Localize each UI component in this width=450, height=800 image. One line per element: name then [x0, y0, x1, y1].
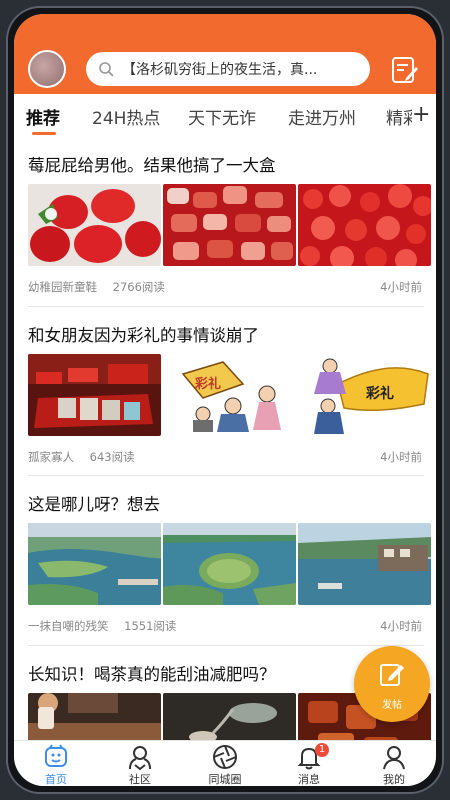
thumbnail-caili-cartoon[interactable]: 彩礼 — [163, 354, 296, 436]
card-title[interactable]: 这是哪儿呀？想去 — [28, 491, 160, 515]
tab-anti-fraud[interactable]: 天下无诈 — [188, 104, 256, 129]
read-count: 2766阅读 — [112, 280, 165, 294]
thumbnail-strawberry-slices[interactable] — [163, 184, 296, 266]
card-meta: 孤家寡人 643阅读 — [28, 449, 135, 465]
post-time: 4小时前 — [380, 619, 422, 633]
card-meta: 幼稚园新童鞋 2766阅读 — [28, 279, 165, 295]
header-bar: 【洛杉矶穷街上的夜生活，真... — [14, 14, 436, 94]
nav-community-label: 社区 — [129, 773, 151, 786]
add-tab-icon[interactable]: + — [412, 102, 430, 127]
thumbnail-strawberry-pile[interactable] — [298, 184, 431, 266]
nav-home[interactable]: 首页 — [14, 743, 98, 786]
read-count: 1551阅读 — [124, 619, 177, 633]
divider — [28, 645, 424, 646]
new-post-button[interactable]: 发帖 — [354, 646, 430, 722]
phone-frame: 【洛杉矶穷街上的夜生活，真... 推荐 24H热点 天下无诈 走进万州 精彩 +… — [6, 6, 444, 794]
nav-local-circle[interactable]: 同城圈 — [183, 743, 267, 786]
tab-highlights[interactable]: 精彩 — [386, 104, 412, 129]
author-name[interactable]: 幼稚园新童鞋 — [28, 280, 97, 294]
nav-community[interactable]: 社区 — [98, 743, 182, 786]
thumbnail-lake-aerial-2[interactable] — [163, 523, 296, 605]
tab-wanzhou[interactable]: 走进万州 — [288, 104, 356, 129]
search-icon — [99, 62, 114, 77]
card-thumbnails — [28, 184, 432, 266]
author-name[interactable]: 孤家寡人 — [28, 450, 74, 464]
bottom-nav: 首页 社区 同城圈 1 消息 我的 — [14, 740, 436, 786]
edit-icon — [380, 664, 404, 686]
card-title[interactable]: 和女朋友因为彩礼的事情谈崩了 — [28, 322, 259, 346]
card-title[interactable]: 莓屁屁给男他。结果他搞了一大盒 — [28, 152, 276, 176]
nav-messages[interactable]: 1 消息 — [267, 743, 351, 786]
thumbnail-lake-town[interactable] — [298, 523, 431, 605]
divider — [28, 306, 424, 307]
thumbnail-tea-drinkers[interactable] — [28, 693, 161, 740]
nav-home-label: 首页 — [45, 773, 67, 786]
search-input[interactable]: 【洛杉矶穷街上的夜生活，真... — [86, 52, 370, 86]
community-icon — [129, 746, 151, 771]
thumbnail-caili-burden[interactable]: 彩礼 — [298, 354, 431, 436]
thumbnail-strawberries[interactable] — [28, 184, 161, 266]
post-time: 4小时前 — [380, 450, 422, 464]
caili-burden-text: 彩礼 — [365, 385, 394, 402]
author-name[interactable]: 一抹自嘲的残笑 — [28, 619, 109, 633]
new-post-label: 发帖 — [382, 700, 402, 711]
nav-local-circle-label: 同城圈 — [208, 773, 242, 786]
thumbnail-betrothal-gifts[interactable] — [28, 354, 161, 436]
message-badge: 1 — [315, 743, 329, 757]
tab-active-indicator — [32, 132, 56, 135]
card-meta: 一抹自嘲的残笑 1551阅读 — [28, 618, 176, 634]
card-thumbnails: 彩礼 彩礼 — [28, 354, 432, 436]
card-thumbnails — [28, 523, 432, 605]
home-icon — [45, 744, 67, 767]
search-placeholder: 【洛杉矶穷街上的夜生活，真... — [122, 62, 318, 78]
post-time: 4小时前 — [380, 280, 422, 294]
aperture-icon — [213, 745, 237, 769]
caili-sign-text: 彩礼 — [194, 376, 221, 392]
thumbnail-lake-aerial-1[interactable] — [28, 523, 161, 605]
user-icon — [383, 746, 405, 770]
tab-recommend[interactable]: 推荐 — [26, 104, 60, 129]
card-title[interactable]: 长知识！喝茶真的能刮油减肥吗？ — [28, 661, 276, 685]
nav-profile[interactable]: 我的 — [352, 743, 436, 786]
nav-messages-label: 消息 — [298, 773, 320, 786]
thumbnail-tea-pouring[interactable] — [163, 693, 296, 740]
divider — [28, 475, 424, 476]
tab-24h-hot[interactable]: 24H热点 — [92, 104, 160, 129]
read-count: 643阅读 — [89, 450, 135, 464]
category-tabs: 推荐 24H热点 天下无诈 走进万州 精彩 + — [14, 94, 436, 140]
avatar[interactable] — [28, 50, 66, 88]
app-screen: 【洛杉矶穷街上的夜生活，真... 推荐 24H热点 天下无诈 走进万州 精彩 +… — [14, 14, 436, 786]
nav-profile-label: 我的 — [383, 773, 405, 786]
compose-icon[interactable] — [388, 54, 420, 86]
